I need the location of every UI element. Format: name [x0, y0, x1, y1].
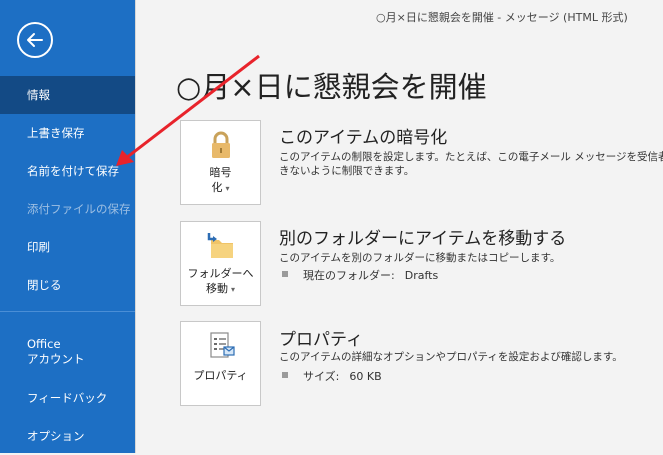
bullet-icon — [282, 372, 288, 378]
nav-item-label: Office アカウント — [27, 337, 85, 367]
encrypt-desc-line1: このアイテムの制限を設定します。たとえば、この電子メール メッセージを受信者が他 — [279, 151, 663, 163]
current-folder-info: 現在のフォルダー: Drafts — [303, 267, 438, 283]
properties-heading: プロパティ — [279, 330, 363, 350]
bullet-icon — [282, 271, 288, 277]
properties-desc: このアイテムの詳細なオプションやプロパティを設定および確認します。 — [279, 351, 623, 363]
nav-item-label: 情報 — [27, 88, 50, 102]
nav-item-label: 印刷 — [27, 240, 50, 254]
dropdown-caret-icon: ▾ — [225, 184, 230, 193]
nav-item-label: 上書き保存 — [27, 126, 85, 140]
nav-item-save[interactable]: 上書き保存 — [0, 114, 135, 152]
tile-label-line1: フォルダーへ — [187, 267, 254, 280]
current-folder-label: 現在のフォルダー: — [303, 269, 395, 282]
tile-label-line2: 移動 — [205, 282, 228, 295]
page-title: ○月×日に懇親会を開催 — [176, 70, 487, 104]
nav-item-label: フィードバック — [27, 391, 108, 405]
nav-item-label: 名前を付けて保存 — [27, 164, 119, 178]
properties-icon — [210, 332, 235, 358]
nav-item-label: 添付ファイルの保存 — [27, 202, 131, 216]
properties-button[interactable]: プロパティ — [180, 321, 261, 406]
current-folder-value: Drafts — [404, 269, 439, 282]
nav-divider — [0, 311, 135, 312]
nav-item-info[interactable]: 情報 — [0, 76, 135, 114]
move-to-folder-button-label: フォルダーへ 移動 ▾ — [181, 266, 260, 297]
backstage-sidebar: 情報 上書き保存 名前を付けて保存 添付ファイルの保存 印刷 閉じる Offic… — [0, 0, 136, 453]
move-folder-icon — [207, 233, 233, 258]
encrypt-desc-line2: きないように制限できます。 — [279, 165, 415, 177]
size-label: サイズ: — [303, 370, 340, 383]
size-info: サイズ: 60 KB — [303, 368, 382, 384]
nav-item-label-line2: アカウント — [27, 352, 85, 366]
back-button[interactable] — [17, 22, 53, 58]
tile-label-line1: 暗号 — [209, 166, 232, 179]
nav-item-label: オプション — [27, 429, 85, 443]
encrypt-button[interactable]: 暗号 化 ▾ — [180, 120, 261, 205]
back-arrow-icon — [27, 33, 43, 47]
properties-button-label: プロパティ — [193, 369, 248, 382]
encrypt-heading: このアイテムの暗号化 — [279, 128, 448, 148]
nav-item-close[interactable]: 閉じる — [0, 266, 135, 304]
nav-item-label-line1: Office — [27, 337, 61, 351]
nav-item-save-as[interactable]: 名前を付けて保存 — [0, 152, 135, 190]
window-title: ○月×日に懇親会を開催 - メッセージ (HTML 形式) — [376, 11, 628, 24]
nav-item-print[interactable]: 印刷 — [0, 228, 135, 266]
dropdown-caret-icon: ▾ — [230, 285, 235, 294]
move-heading: 別のフォルダーにアイテムを移動する — [279, 229, 567, 249]
tile-label-line2: 化 — [211, 181, 223, 194]
move-desc: このアイテムを別のフォルダーに移動またはコピーします。 — [279, 252, 561, 264]
nav-item-options[interactable]: オプション — [0, 417, 135, 455]
nav-item-office-account[interactable]: Office アカウント — [0, 330, 135, 374]
nav-item-feedback[interactable]: フィードバック — [0, 379, 135, 417]
nav-item-label: 閉じる — [27, 278, 62, 292]
nav-item-save-attachments: 添付ファイルの保存 — [0, 190, 135, 228]
lock-icon — [212, 131, 230, 158]
size-value: 60 KB — [349, 370, 382, 383]
move-to-folder-button[interactable]: フォルダーへ 移動 ▾ — [180, 221, 261, 306]
encrypt-button-label: 暗号 化 ▾ — [181, 165, 260, 196]
